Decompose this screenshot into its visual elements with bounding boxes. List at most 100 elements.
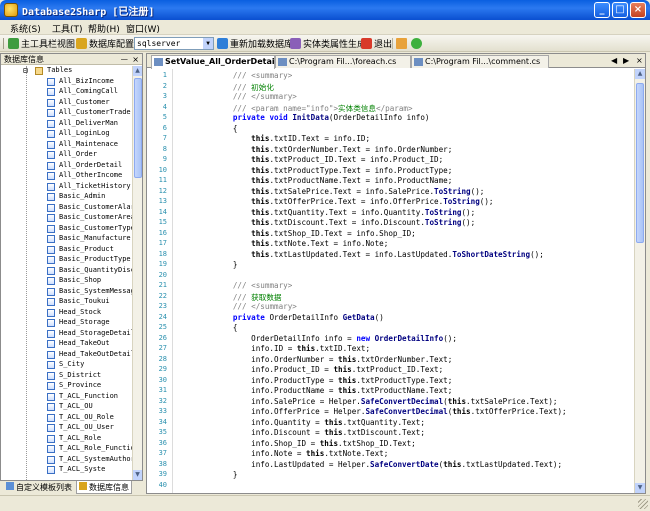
- maximize-button[interactable]: □: [612, 2, 628, 18]
- code-line[interactable]: 17 this.txtNote.Text = info.Note;: [147, 239, 634, 250]
- tab-template-list[interactable]: 自定义模板列表: [4, 481, 74, 494]
- code-line[interactable]: 23 /// </summary>: [147, 302, 634, 313]
- tree-scrollbar[interactable]: ▲ ▼: [132, 66, 142, 480]
- code-line[interactable]: 16 this.txtShop_ID.Text = info.Shop_ID;: [147, 229, 634, 240]
- code-line[interactable]: 32 info.SalePrice = Helper.SafeConvertDe…: [147, 397, 634, 408]
- code-line[interactable]: 36 info.Shop_ID = this.txtShop_ID.Text;: [147, 439, 634, 450]
- tree-item-table[interactable]: All_LoginLog: [1, 129, 132, 140]
- code-line[interactable]: 18 this.txtLastUpdated.Text = info.LastU…: [147, 250, 634, 261]
- tab-close-icon[interactable]: ×: [636, 56, 643, 65]
- tree-item-table[interactable]: All_CustomerTrade: [1, 108, 132, 119]
- code-line[interactable]: 5 private void InitData(OrderDetailInfo …: [147, 113, 634, 124]
- code-line[interactable]: 34 info.Quantity = this.txtQuantity.Text…: [147, 418, 634, 429]
- main-toolbar-button[interactable]: 主工具栏视图: [8, 37, 75, 50]
- scroll-down-icon[interactable]: ▼: [635, 483, 645, 493]
- code-line[interactable]: 13 this.txtOfferPrice.Text = info.OfferP…: [147, 197, 634, 208]
- entity-generate-button[interactable]: 实体类属性生成: [290, 37, 366, 50]
- tree-item-table[interactable]: Basic_Shop: [1, 276, 132, 287]
- tree-item-table[interactable]: All_OrderDetail: [1, 161, 132, 172]
- code-line[interactable]: 6 {: [147, 124, 634, 135]
- code-line[interactable]: 8 this.txtOrderNumber.Text = info.OrderN…: [147, 145, 634, 156]
- tab-foreach[interactable]: C:\Program Fil...\foreach.cs: [275, 55, 411, 68]
- code-line[interactable]: 40: [147, 481, 634, 492]
- tree-item-table[interactable]: All_DeliverMan: [1, 119, 132, 130]
- home-button[interactable]: [396, 37, 409, 50]
- code-line[interactable]: 10 this.txtProductType.Text = info.Produ…: [147, 166, 634, 177]
- code-line[interactable]: 28 info.OrderNumber = this.txtOrderNumbe…: [147, 355, 634, 366]
- database-type-select[interactable]: sqlserver ▼: [134, 37, 214, 50]
- code-line[interactable]: 24 private OrderDetailInfo GetData(): [147, 313, 634, 324]
- tree-item-table[interactable]: Head_StorageDetail: [1, 329, 132, 340]
- code-line[interactable]: 22 /// 获取数据: [147, 292, 634, 303]
- tab-comment[interactable]: C:\Program Fil...\comment.cs: [411, 55, 549, 68]
- chevron-down-icon[interactable]: ▼: [203, 38, 213, 49]
- menu-tools[interactable]: 工具(T): [52, 22, 83, 35]
- tree-item-table[interactable]: All_BizIncome: [1, 77, 132, 88]
- tree-item-table[interactable]: T_ACL_OU_Role: [1, 413, 132, 424]
- tree-item-table[interactable]: Basic_CustomerType: [1, 224, 132, 235]
- tree-item-table[interactable]: All_Customer: [1, 98, 132, 109]
- tree-item-table[interactable]: Head_TakeOut: [1, 339, 132, 350]
- tree-item-table[interactable]: Basic_Product: [1, 245, 132, 256]
- tree-item-table[interactable]: S_Province: [1, 381, 132, 392]
- reload-database-button[interactable]: 重新加载数据库: [217, 37, 293, 50]
- panel-close-icon[interactable]: ×: [132, 54, 139, 65]
- exit-button[interactable]: 退出: [361, 37, 392, 50]
- tree-item-table[interactable]: T_ACL_OU: [1, 402, 132, 413]
- tab-setvalue-orderdetail[interactable]: SetValue_All_OrderDetail.: [151, 55, 275, 69]
- code-line[interactable]: 33 info.OfferPrice = Helper.SafeConvertD…: [147, 407, 634, 418]
- tree-item-table[interactable]: All_TicketHistory: [1, 182, 132, 193]
- code-line[interactable]: 29 info.Product_ID = this.txtProduct_ID.…: [147, 365, 634, 376]
- code-line[interactable]: 19 }: [147, 260, 634, 271]
- code-line[interactable]: 35 info.Discount = this.txtDiscount.Text…: [147, 428, 634, 439]
- code-line[interactable]: 26 OrderDetailInfo info = new OrderDetai…: [147, 334, 634, 345]
- tree-item-table[interactable]: All_Maintenace: [1, 140, 132, 151]
- tree-item-table[interactable]: All_ComingCall: [1, 87, 132, 98]
- code-line[interactable]: 30 info.ProductType = this.txtProductTyp…: [147, 376, 634, 387]
- tab-scroll-right-icon[interactable]: ▶: [623, 56, 629, 65]
- code-line[interactable]: 14 this.txtQuantity.Text = info.Quantity…: [147, 208, 634, 219]
- tree-item-table[interactable]: T_ACL_SystemAuthor: [1, 455, 132, 466]
- refresh-button[interactable]: [411, 37, 424, 50]
- tree-item-table[interactable]: Basic_SystemMessage: [1, 287, 132, 298]
- scroll-thumb[interactable]: [134, 78, 142, 178]
- code-line[interactable]: 3 /// </summary>: [147, 92, 634, 103]
- code-line[interactable]: 38 info.LastUpdated = Helper.SafeConvert…: [147, 460, 634, 471]
- tree-item-table[interactable]: Basic_ProductType: [1, 255, 132, 266]
- tree-item-table[interactable]: T_ACL_Syste: [1, 465, 132, 476]
- tree-item-table[interactable]: All_OtherIncome: [1, 171, 132, 182]
- code-line[interactable]: 21 /// <summary>: [147, 281, 634, 292]
- code-line[interactable]: 15 this.txtDiscount.Text = info.Discount…: [147, 218, 634, 229]
- tab-database-info[interactable]: 数据库信息: [76, 481, 132, 494]
- code-line[interactable]: 4 /// <param name="info">实体类信息</param>: [147, 103, 634, 114]
- code-line[interactable]: 37 info.Note = this.txtNote.Text;: [147, 449, 634, 460]
- expand-minus-icon[interactable]: ⊟: [23, 66, 28, 75]
- tree-item-table[interactable]: Basic_CustomerArea: [1, 213, 132, 224]
- tree-item-table[interactable]: Basic_Manufacture: [1, 234, 132, 245]
- tree-item-table[interactable]: S_City: [1, 360, 132, 371]
- tree-item-table[interactable]: Basic_QuantityDiscount: [1, 266, 132, 277]
- tree-item-table[interactable]: T_ACL_Function: [1, 392, 132, 403]
- code-line[interactable]: 7 this.txtID.Text = info.ID;: [147, 134, 634, 145]
- code-line[interactable]: 9 this.txtProduct_ID.Text = info.Product…: [147, 155, 634, 166]
- scroll-down-icon[interactable]: ▼: [133, 470, 142, 480]
- code-line[interactable]: 1 /// <summary>: [147, 71, 634, 82]
- code-line[interactable]: 12 this.txtSalePrice.Text = info.SalePri…: [147, 187, 634, 198]
- scroll-up-icon[interactable]: ▲: [133, 66, 142, 76]
- tree-item-table[interactable]: Head_Storage: [1, 318, 132, 329]
- code-line[interactable]: 25 {: [147, 323, 634, 334]
- tree-item-table[interactable]: Head_TakeOutDetail: [1, 350, 132, 361]
- minimize-button[interactable]: _: [594, 2, 610, 18]
- tab-scroll-left-icon[interactable]: ◀: [611, 56, 617, 65]
- tree-item-table[interactable]: Head_Stock: [1, 308, 132, 319]
- code-line[interactable]: 27 info.ID = this.txtID.Text;: [147, 344, 634, 355]
- tree-item-table[interactable]: Basic_Toukui: [1, 297, 132, 308]
- close-button[interactable]: ×: [630, 2, 646, 18]
- tree-root-tables[interactable]: ⊟ Tables: [1, 66, 132, 77]
- code-text-area[interactable]: 1 /// <summary> 2 /// 初始化 3 /// </summary>…: [147, 69, 634, 493]
- tree-item-table[interactable]: All_Order: [1, 150, 132, 161]
- scroll-up-icon[interactable]: ▲: [635, 69, 645, 79]
- tree-item-table[interactable]: T_ACL_Role: [1, 434, 132, 445]
- db-config-button[interactable]: 数据库配置: [76, 37, 134, 50]
- tree-item-table[interactable]: Basic_Admin: [1, 192, 132, 203]
